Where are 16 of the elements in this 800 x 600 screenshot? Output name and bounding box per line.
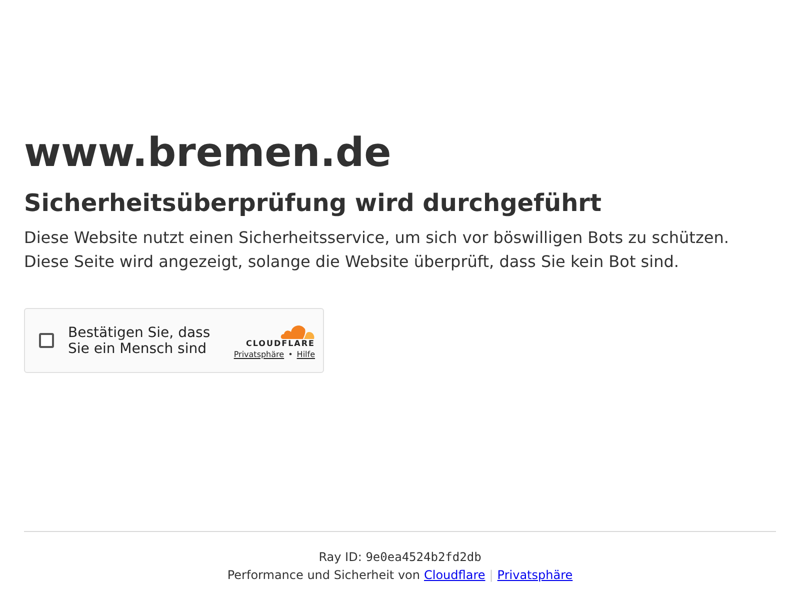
checkbox[interactable] bbox=[39, 333, 54, 348]
description-text: Diese Seite wird angezeigt, solange die Website überprüft, dass Sie kein Bot sind. bbox=[24, 251, 680, 273]
footer-separator: | bbox=[489, 568, 494, 582]
footer-text: Performance und Sicherheit von bbox=[227, 568, 420, 582]
checkbox-label: Bestätigen Sie, dass Sie ein Mensch sind bbox=[68, 324, 212, 356]
description-text: Diese Website nutzt einen Sicherheitsservice, um sich vor böswilligen Bots zu schützen. bbox=[24, 227, 730, 249]
privacy-link[interactable]: Privatsphäre bbox=[497, 568, 573, 582]
brand-name: CLOUDFLARE bbox=[246, 339, 315, 348]
ray-id-label: Ray ID: bbox=[318, 550, 362, 564]
separator-dot: • bbox=[288, 350, 293, 359]
site-title: www.bremen.de bbox=[24, 129, 392, 178]
page-heading: Sicherheitsüberprüfung wird durchgeführt bbox=[24, 188, 602, 218]
privacy-link[interactable]: Privatsphäre bbox=[234, 350, 284, 359]
cloudflare-link[interactable]: Cloudflare bbox=[424, 568, 486, 582]
ray-id-value: 9e0ea4524b2fd2db bbox=[366, 550, 482, 564]
help-link[interactable]: Hilfe bbox=[296, 350, 315, 359]
